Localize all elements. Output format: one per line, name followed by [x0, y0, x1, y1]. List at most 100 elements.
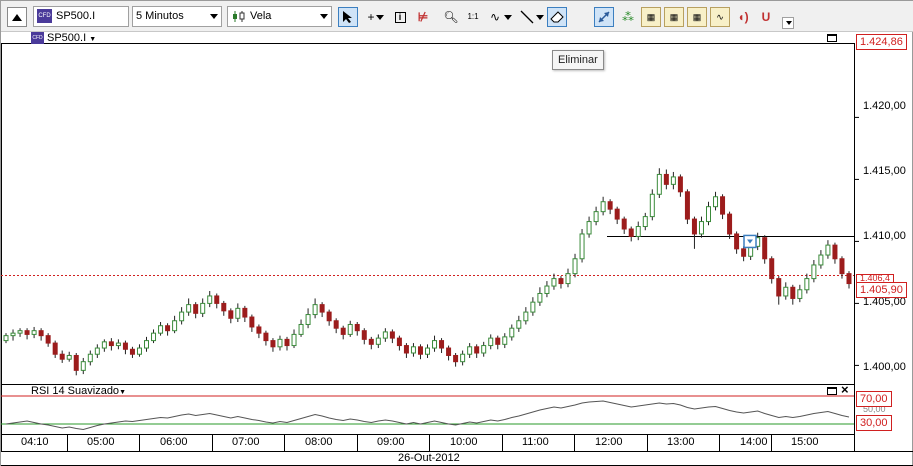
template-button-1[interactable]: ▦: [641, 7, 661, 27]
date-label: 26-Out-2012: [398, 452, 460, 464]
candle-body: [776, 278, 782, 297]
candle-body: [663, 173, 669, 185]
candle-body: [108, 341, 114, 347]
x-tick-label: 12:00: [595, 436, 623, 448]
chevron-down-icon: ▼: [89, 36, 97, 43]
indicator-dropdown[interactable]: [503, 7, 513, 27]
candle-body: [333, 320, 339, 329]
symbol-input[interactable]: CFD SP500.I: [33, 6, 129, 27]
wave-icon: ∿: [489, 10, 501, 24]
collapse-button[interactable]: [7, 7, 27, 27]
info-tool-button[interactable]: i: [390, 7, 410, 27]
candle-body: [495, 337, 501, 345]
y-tick-label: 1.415,00: [863, 165, 906, 177]
candle-body: [727, 213, 733, 235]
candle-body: [783, 286, 789, 297]
indicator-tool-button[interactable]: ∿: [485, 7, 505, 27]
candle-body: [804, 278, 810, 291]
last-price-tag: 1.405,90: [856, 282, 907, 298]
candle-body: [691, 218, 697, 235]
rsi-line: [5, 400, 850, 431]
cfd-badge-icon: CFD: [31, 32, 44, 44]
candle-body: [614, 208, 620, 220]
candle-body: [200, 302, 206, 314]
candle-body: [158, 325, 164, 334]
line-dropdown[interactable]: [535, 7, 545, 27]
maximize-pane-button[interactable]: [827, 34, 837, 42]
candle-body: [87, 353, 93, 363]
candle-body: [214, 295, 220, 304]
candle-body: [17, 330, 23, 334]
candle-body: [151, 332, 157, 342]
candle-body: [642, 216, 648, 228]
tooltip: Eliminar: [552, 50, 604, 70]
template-button-2[interactable]: ▦: [664, 7, 684, 27]
autoscale-tool-button[interactable]: [594, 7, 614, 27]
rsi-pane-label[interactable]: RSI 14 Suavizado▼: [31, 385, 126, 397]
candle-body: [242, 307, 248, 318]
line-tool-button[interactable]: [517, 7, 537, 27]
x-tick-label: 04:10: [21, 436, 49, 448]
symbol-value: SP500.I: [56, 10, 96, 22]
candle-body: [762, 237, 768, 260]
candle-body: [284, 338, 290, 347]
candle-body: [516, 320, 522, 329]
candle-body: [172, 320, 178, 332]
template-button-3[interactable]: ▦: [687, 7, 707, 27]
chart-template-icon: ▦: [669, 11, 679, 22]
candle-body: [389, 331, 395, 339]
candle-body: [326, 311, 332, 322]
candle-body: [340, 327, 346, 335]
zoom-reset-button[interactable]: 1:1: [463, 7, 483, 27]
toolbar-overflow-button[interactable]: [782, 17, 794, 29]
x-tick-label: 15:00: [791, 436, 819, 448]
trades-tool-button[interactable]: ⁂: [618, 7, 638, 27]
candle-body: [207, 295, 213, 304]
chart-area[interactable]: [1, 32, 913, 466]
candle-body: [354, 323, 360, 332]
candle-body: [382, 331, 388, 339]
grid-tool-button[interactable]: ⊭: [413, 7, 433, 27]
candle-body: [523, 311, 529, 322]
pane-symbol-label[interactable]: CFD SP500.I ▼: [31, 32, 96, 44]
candle-body: [741, 248, 747, 257]
candle-body: [635, 226, 641, 237]
candle-body: [312, 304, 318, 316]
candle-body: [621, 218, 627, 230]
candle-body: [319, 304, 325, 313]
candle-body: [551, 278, 557, 287]
crosshair-icon: +: [367, 10, 375, 24]
crosshair-dropdown[interactable]: [375, 7, 385, 27]
x-tick-label: 09:00: [377, 436, 405, 448]
candle-body: [52, 342, 58, 355]
sound-button[interactable]: ◖): [733, 7, 753, 27]
grid-x-icon: ⊭: [417, 10, 429, 24]
maximize-pane-button[interactable]: [827, 387, 837, 395]
chart-style-select[interactable]: Vela: [227, 6, 332, 27]
candle-body: [3, 335, 9, 342]
candle-body: [649, 193, 655, 218]
candle-body: [396, 337, 402, 347]
interval-value: 5 Minutos: [136, 10, 184, 22]
candle-body: [537, 292, 543, 303]
candle-body: [24, 330, 30, 335]
candle-body: [410, 346, 416, 354]
candle-body: [193, 304, 199, 314]
candle-body: [249, 316, 255, 328]
zoom-tool-button[interactable]: 🔍︎: [441, 7, 461, 27]
chevron-down-icon: [376, 15, 384, 20]
template-button-4[interactable]: ∿: [710, 7, 730, 27]
candle-body: [790, 286, 796, 299]
candle-body: [186, 304, 192, 313]
eraser-tool-button[interactable]: [547, 7, 567, 27]
candle-body: [488, 337, 494, 347]
interval-select[interactable]: 5 Minutos: [132, 6, 222, 27]
candle-body: [115, 342, 121, 347]
candle-body: [144, 340, 149, 349]
candle-body: [31, 330, 37, 335]
candle-body: [165, 325, 171, 332]
magnet-button[interactable]: U: [756, 7, 776, 27]
pointer-tool-button[interactable]: [338, 7, 358, 27]
close-pane-icon[interactable]: ×: [841, 383, 849, 396]
y-tick-label: 1.420,00: [863, 100, 906, 112]
